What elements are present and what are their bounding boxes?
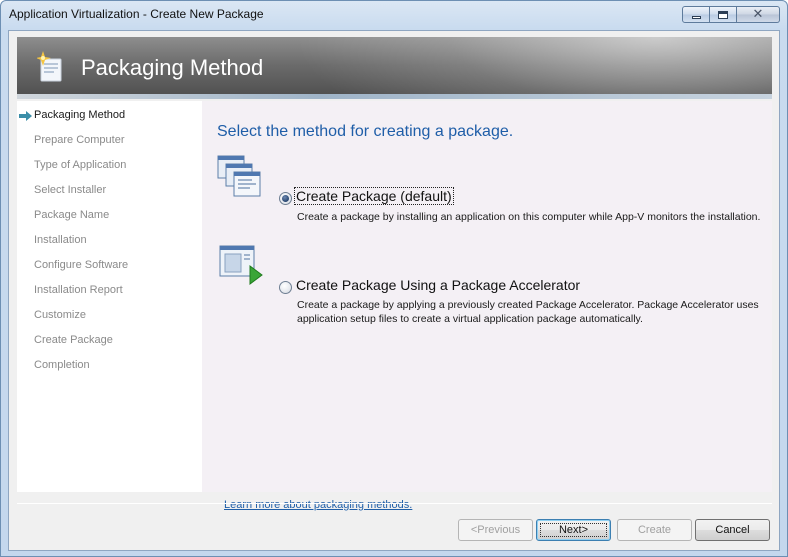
radio-package-accelerator[interactable] (279, 281, 292, 294)
next-button[interactable]: Next> (536, 519, 611, 541)
create-button-label: Create (637, 524, 672, 536)
package-accelerator-icon (219, 245, 263, 285)
main-content: Select the method for creating a package… (202, 101, 772, 511)
section-heading: Select the method for creating a package… (217, 123, 514, 140)
footer-separator (17, 503, 772, 504)
package-sparkle-icon (37, 51, 62, 82)
header-banner: Packaging Method (17, 37, 772, 99)
page-title: Packaging Method (81, 55, 264, 80)
nav-step-installation: Installation (34, 234, 87, 246)
nav-step-installation-report: Installation Report (34, 284, 123, 296)
nav-step-customize: Customize (34, 309, 86, 321)
maximize-icon (718, 10, 728, 19)
app-window: Application Virtualization - Create New … (0, 0, 788, 557)
wizard-client-area: Packaging Method Packaging Method Prepar… (8, 30, 780, 551)
option-package-accelerator-description-line1: Create a package by applying a previousl… (297, 299, 759, 311)
close-button[interactable]: ✕ (737, 6, 780, 23)
title-bar[interactable]: Application Virtualization - Create New … (1, 1, 787, 29)
create-package-icon (217, 155, 261, 197)
option-package-accelerator-description-line2: application setup files to create a virt… (297, 313, 643, 325)
window-title: Application Virtualization - Create New … (9, 7, 264, 21)
cancel-button[interactable]: Cancel (695, 519, 770, 541)
close-icon: ✕ (752, 7, 764, 22)
nav-step-completion: Completion (34, 359, 90, 371)
nav-step-select-installer: Select Installer (34, 184, 107, 196)
learn-more-link[interactable]: Learn more about packaging methods. (224, 499, 412, 511)
banner-sheen (292, 37, 772, 99)
option-create-package-label[interactable]: Create Package (default) (294, 187, 454, 205)
radio-create-package[interactable] (279, 192, 292, 205)
radio-selected-dot (282, 195, 289, 202)
previous-button-label: <Previous (470, 524, 521, 536)
minimize-button[interactable] (682, 6, 710, 23)
previous-button[interactable]: <Previous (458, 519, 533, 541)
option-package-accelerator-label[interactable]: Create Package Using a Package Accelerat… (296, 277, 580, 293)
nav-step-type-of-application: Type of Application (34, 159, 127, 171)
next-button-label: Next> (537, 520, 610, 540)
create-button[interactable]: Create (617, 519, 692, 541)
wizard-steps-nav: Packaging Method Prepare Computer Type o… (17, 101, 202, 492)
minimize-icon (691, 15, 701, 19)
nav-step-prepare-computer: Prepare Computer (34, 134, 125, 146)
cancel-button-label: Cancel (715, 524, 750, 536)
nav-step-package-name: Package Name (34, 209, 110, 221)
option-create-package-description: Create a package by installing an applic… (297, 211, 761, 223)
maximize-button[interactable] (710, 6, 737, 23)
current-step-arrow-icon (19, 111, 32, 121)
nav-step-packaging-method[interactable]: Packaging Method (34, 109, 125, 121)
nav-step-create-package: Create Package (34, 334, 113, 346)
nav-step-configure-software: Configure Software (34, 259, 129, 271)
banner-strip (17, 94, 772, 99)
